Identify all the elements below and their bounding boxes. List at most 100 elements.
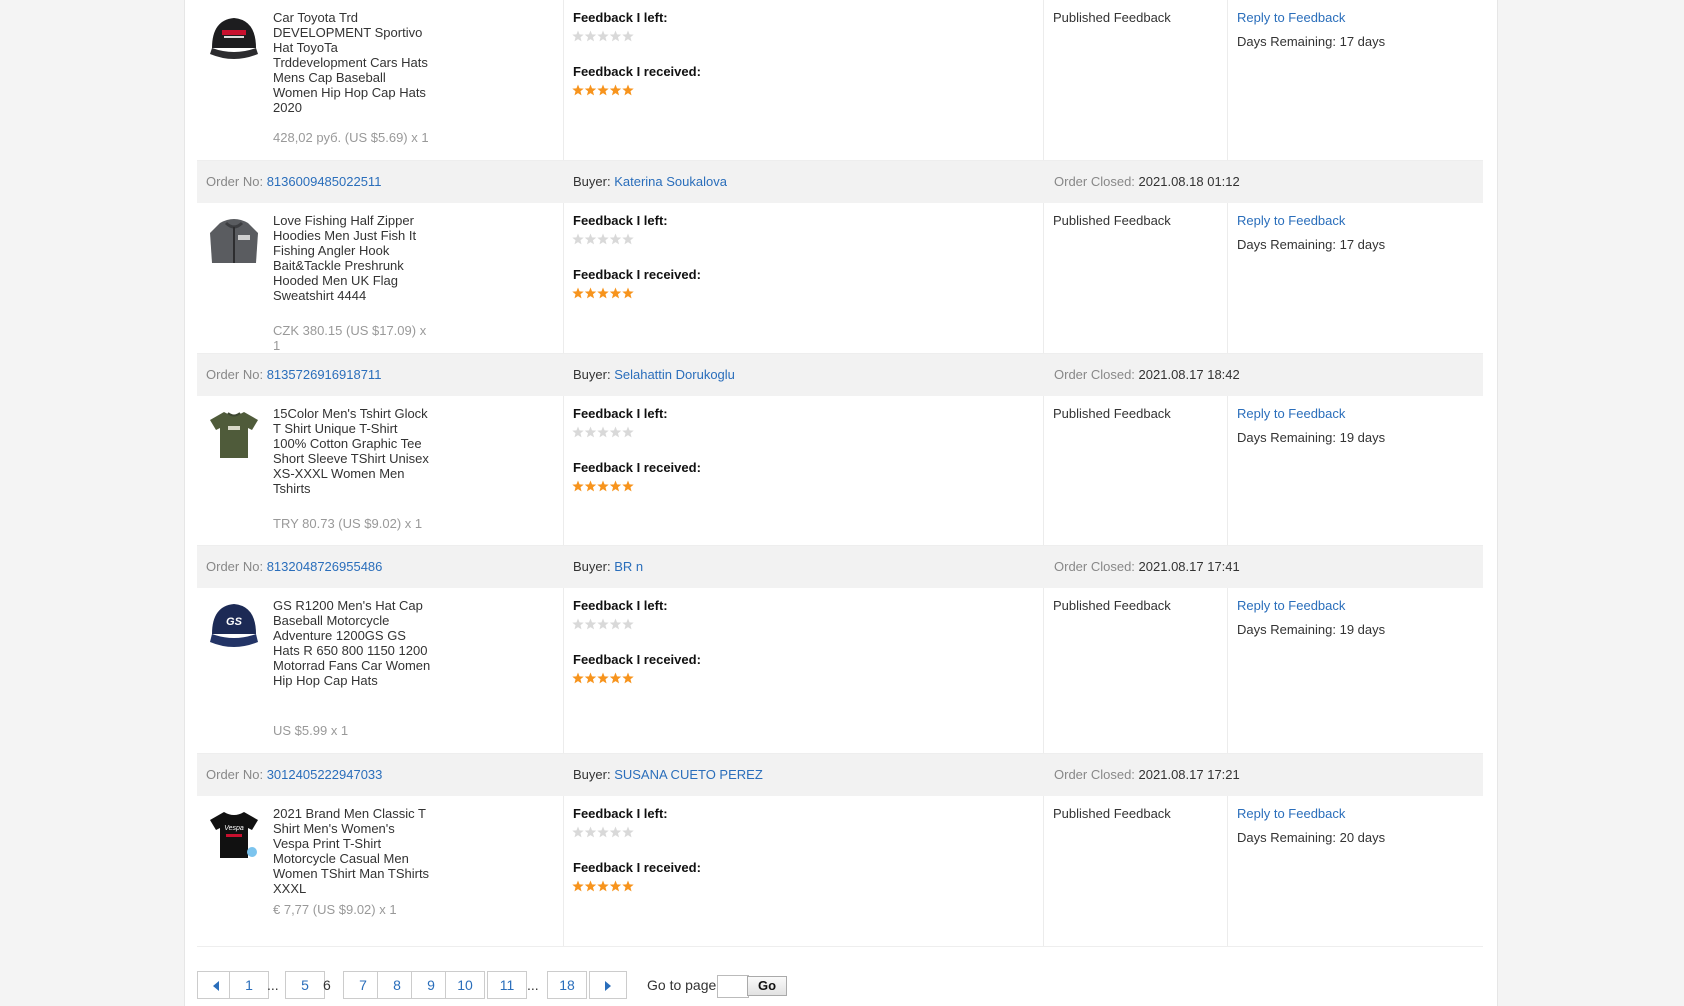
star-icon <box>622 287 634 299</box>
feedback-left-label: Feedback I left: <box>573 213 668 228</box>
reply-to-feedback-link[interactable]: Reply to Feedback <box>1237 598 1345 613</box>
page-link[interactable]: 10 <box>445 971 485 999</box>
reply-to-feedback-link[interactable]: Reply to Feedback <box>1237 806 1345 821</box>
buyer-link[interactable]: Selahattin Dorukoglu <box>614 367 735 382</box>
status-text: Published Feedback <box>1053 598 1171 613</box>
order-closed-date: 2021.08.17 18:42 <box>1138 367 1240 382</box>
feedback-cell: Feedback I left: Feedback I received: <box>563 203 1044 353</box>
order-header: Order No: 8135726916918711 Buyer: Selaha… <box>197 354 1483 396</box>
star-icon <box>609 826 622 838</box>
product-title[interactable]: GS R1200 Men's Hat Cap Baseball Motorcyc… <box>273 598 433 688</box>
days-remaining: Days Remaining: 17 days <box>1237 237 1386 252</box>
black-cap-icon[interactable] <box>206 10 262 66</box>
order-no-label: Order No: <box>206 559 264 574</box>
product-title[interactable]: Car Toyota Trd DEVELOPMENT Sportivo Hat … <box>273 10 433 115</box>
feedback-received-stars <box>572 480 636 494</box>
product-title[interactable]: 15Color Men's Tshirt Glock T Shirt Uniqu… <box>273 406 433 496</box>
star-rating-icons <box>572 233 634 245</box>
feedback-cell: Feedback I left: Feedback I received: <box>563 0 1044 160</box>
status-text: Published Feedback <box>1053 406 1171 421</box>
feedback-cell: Feedback I left: Feedback I received: <box>563 796 1044 946</box>
order-header: Order No: 8132048726955486 Buyer: BR n O… <box>197 546 1483 588</box>
order-no-link[interactable]: 8136009485022511 <box>267 174 382 189</box>
feedback-received-stars <box>572 672 636 686</box>
star-icon <box>597 233 609 245</box>
star-icon <box>597 672 609 684</box>
star-icon <box>622 826 634 838</box>
star-icon <box>622 426 634 438</box>
reply-to-feedback-link[interactable]: Reply to Feedback <box>1237 213 1345 228</box>
caret-right-icon <box>605 981 611 992</box>
days-remaining: Days Remaining: 20 days <box>1237 830 1386 845</box>
feedback-left-stars <box>572 30 636 44</box>
go-button[interactable]: Go <box>747 976 787 996</box>
feedback-received-stars <box>572 287 636 301</box>
action-cell: Reply to Feedback Days Remaining: 19 day… <box>1227 588 1484 753</box>
feedback-received-label: Feedback I received: <box>573 460 701 475</box>
grey-hoodie-icon[interactable] <box>206 213 262 269</box>
order-no-link[interactable]: 3012405222947033 <box>267 767 383 782</box>
status-cell: Published Feedback <box>1043 396 1228 545</box>
star-icon <box>622 30 634 42</box>
star-icon <box>597 880 609 892</box>
reply-to-feedback-link[interactable]: Reply to Feedback <box>1237 10 1345 25</box>
star-icon <box>584 672 597 684</box>
star-icon <box>572 826 584 838</box>
star-icon <box>572 30 584 42</box>
buyer-link[interactable]: SUSANA CUETO PEREZ <box>614 767 763 782</box>
star-icon <box>584 30 597 42</box>
star-icon <box>597 30 609 42</box>
next-page-button[interactable] <box>589 971 627 999</box>
feedback-left-stars <box>572 426 636 440</box>
star-icon <box>609 287 622 299</box>
status-cell: Published Feedback <box>1043 588 1228 753</box>
star-icon <box>597 826 609 838</box>
days-remaining: Days Remaining: 19 days <box>1237 430 1386 445</box>
black-vespa-tshirt-icon[interactable]: Vespa <box>206 806 262 862</box>
star-icon <box>609 233 622 245</box>
star-icon <box>622 480 634 492</box>
green-tshirt-icon[interactable] <box>206 406 262 462</box>
product-title[interactable]: Love Fishing Half Zipper Hoodies Men Jus… <box>273 213 433 303</box>
star-icon <box>597 287 609 299</box>
star-rating-icons <box>572 480 634 492</box>
reply-to-feedback-link[interactable]: Reply to Feedback <box>1237 406 1345 421</box>
feedback-received-label: Feedback I received: <box>573 267 701 282</box>
feedback-left-label: Feedback I left: <box>573 10 668 25</box>
star-icon <box>609 880 622 892</box>
product-cell: Vespa 2021 Brand Men Classic T Shirt Men… <box>197 796 563 946</box>
star-icon <box>572 287 584 299</box>
goto-page-input[interactable] <box>717 975 749 998</box>
page-link[interactable]: 5 <box>285 971 325 999</box>
star-icon <box>622 672 634 684</box>
feedback-received-label: Feedback I received: <box>573 652 701 667</box>
star-rating-icons <box>572 672 634 684</box>
feedback-left-stars <box>572 826 636 840</box>
order-body: Love Fishing Half Zipper Hoodies Men Jus… <box>197 203 1483 354</box>
page-link[interactable]: 18 <box>547 971 587 999</box>
page-link[interactable]: 1 <box>229 971 269 999</box>
star-icon <box>584 880 597 892</box>
star-icon <box>572 480 584 492</box>
order-no-label: Order No: <box>206 767 264 782</box>
order-no-link[interactable]: 8135726916918711 <box>267 367 382 382</box>
status-text: Published Feedback <box>1053 806 1171 821</box>
buyer-link[interactable]: BR n <box>614 559 643 574</box>
buyer-label: Buyer: <box>573 559 611 574</box>
product-title[interactable]: 2021 Brand Men Classic T Shirt Men's Wom… <box>273 806 433 896</box>
star-rating-icons <box>572 30 634 42</box>
feedback-received-stars <box>572 84 636 98</box>
product-cell: Love Fishing Half Zipper Hoodies Men Jus… <box>197 203 563 353</box>
star-icon <box>609 480 622 492</box>
page-link[interactable]: 11 <box>487 971 527 999</box>
current-page: 6 <box>323 977 331 993</box>
action-cell: Reply to Feedback Days Remaining: 19 day… <box>1227 396 1484 545</box>
feedback-received-label: Feedback I received: <box>573 860 701 875</box>
order-no-link[interactable]: 8132048726955486 <box>267 559 383 574</box>
buyer-link[interactable]: Katerina Soukalova <box>614 174 727 189</box>
status-cell: Published Feedback <box>1043 796 1228 946</box>
product-price: CZK 380.15 (US $17.09) x 1 <box>273 323 427 353</box>
action-cell: Reply to Feedback Days Remaining: 17 day… <box>1227 0 1484 160</box>
product-price: US $5.99 x 1 <box>273 723 349 738</box>
navy-gs-cap-icon[interactable]: GS <box>206 598 262 654</box>
